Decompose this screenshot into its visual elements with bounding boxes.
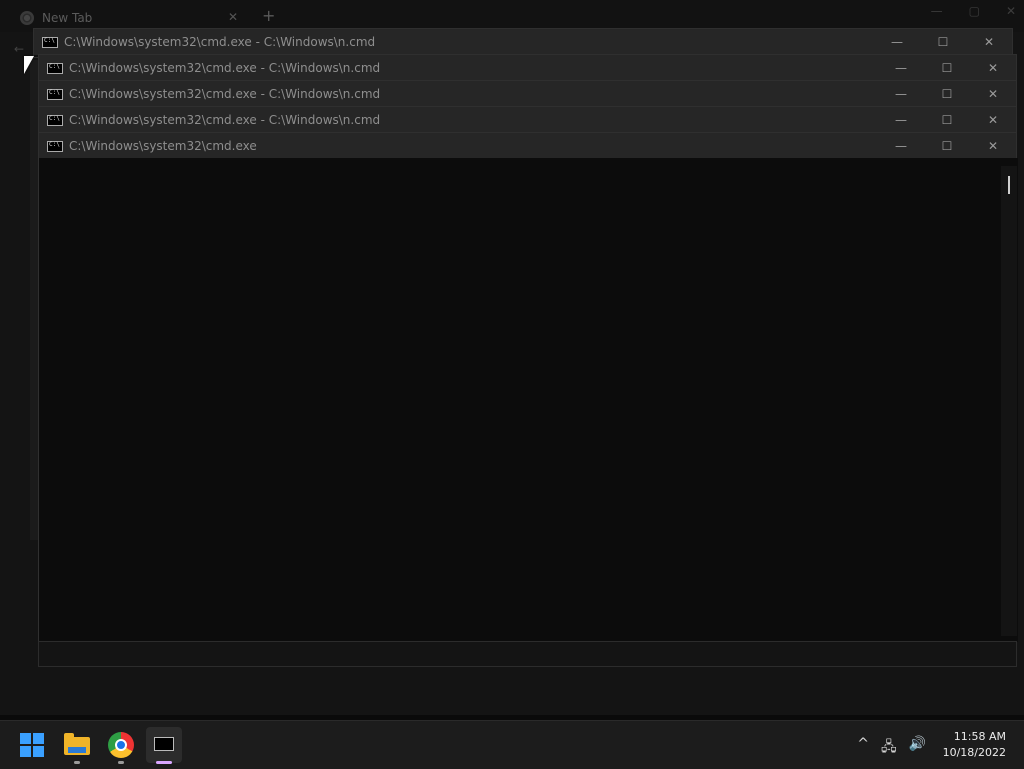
cmd-window-3[interactable]: C:\Windows\system32\cmd.exe - C:\Windows… — [38, 80, 1017, 108]
cmd-titlebar[interactable]: C:\Windows\system32\cmd.exe - C:\Windows… — [39, 81, 1016, 107]
volume-icon[interactable]: 🔊 — [909, 736, 926, 760]
start-icon[interactable] — [20, 733, 44, 757]
tab-close-icon[interactable]: ✕ — [228, 10, 238, 24]
minimize-button[interactable]: — — [874, 35, 920, 49]
close-button[interactable]: ✕ — [970, 87, 1016, 101]
chrome-running-indicator — [118, 761, 124, 764]
cmd-title-text: C:\Windows\system32\cmd.exe - C:\Windows… — [69, 61, 381, 75]
new-tab-button[interactable]: + — [262, 6, 275, 25]
cmd-window-icon — [47, 140, 63, 152]
mouse-cursor-icon — [24, 56, 34, 74]
cmd-titlebar[interactable]: C:\Windows\system32\cmd.exe - C:\Windows… — [39, 55, 1016, 81]
close-button[interactable]: ✕ — [966, 35, 1012, 49]
cmd-window-icon — [42, 36, 58, 48]
minimize-button[interactable]: — — [878, 113, 924, 127]
chrome-window-controls: — ▢ ✕ — [931, 4, 1016, 18]
chrome-tab-title: New Tab — [42, 11, 93, 25]
maximize-button[interactable]: ☐ — [924, 87, 970, 101]
close-button[interactable]: ✕ — [970, 139, 1016, 153]
cmd-window-5[interactable]: C:\Windows\system32\cmd.exe — ☐ ✕ — [38, 132, 1017, 160]
cmd-title-text: C:\Windows\system32\cmd.exe — [69, 139, 257, 153]
clock-date: 10/18/2022 — [942, 746, 1006, 759]
back-arrow-icon[interactable]: ← — [14, 42, 24, 56]
taskbar: ^ 🖧 🔊 11:58 AM 10/18/2022 — [0, 720, 1024, 769]
chrome-minimize-button[interactable]: — — [931, 4, 943, 18]
chrome-maximize-button[interactable]: ▢ — [969, 4, 980, 18]
maximize-button[interactable]: ☐ — [924, 61, 970, 75]
cmd-window-icon — [47, 114, 63, 126]
cmd-title-text: C:\Windows\system32\cmd.exe - C:\Windows… — [64, 35, 376, 49]
cmd-console-area[interactable] — [38, 158, 1018, 642]
maximize-button[interactable]: ☐ — [924, 113, 970, 127]
file-explorer-icon[interactable] — [64, 731, 92, 759]
cmd-titlebar[interactable]: C:\Windows\system32\cmd.exe - C:\Windows… — [34, 29, 1012, 55]
cmd-window-icon — [47, 62, 63, 74]
chrome-close-button[interactable]: ✕ — [1006, 4, 1016, 18]
system-tray: ^ 🖧 🔊 — [857, 736, 926, 760]
explorer-running-indicator — [74, 761, 80, 764]
chrome-icon[interactable] — [108, 732, 134, 758]
maximize-button[interactable]: ☐ — [920, 35, 966, 49]
network-icon[interactable]: 🖧 — [881, 736, 897, 760]
cmd-window-bottom-edge — [38, 641, 1017, 667]
minimize-button[interactable]: — — [878, 139, 924, 153]
cmd-active-indicator — [156, 761, 172, 764]
cmd-window-icon — [47, 88, 63, 100]
close-button[interactable]: ✕ — [970, 113, 1016, 127]
chrome-page-edge — [30, 60, 38, 540]
cmd-icon[interactable] — [146, 727, 182, 763]
cmd-title-text: C:\Windows\system32\cmd.exe - C:\Windows… — [69, 113, 381, 127]
minimize-button[interactable]: — — [878, 61, 924, 75]
cmd-titlebar[interactable]: C:\Windows\system32\cmd.exe — ☐ ✕ — [39, 133, 1016, 159]
cmd-title-text: C:\Windows\system32\cmd.exe - C:\Windows… — [69, 87, 381, 101]
chrome-logo-icon — [20, 11, 34, 25]
clock-time: 11:58 AM — [953, 730, 1006, 743]
maximize-button[interactable]: ☐ — [924, 139, 970, 153]
cmd-titlebar[interactable]: C:\Windows\system32\cmd.exe - C:\Windows… — [39, 107, 1016, 133]
close-button[interactable]: ✕ — [970, 61, 1016, 75]
cmd-window-2[interactable]: C:\Windows\system32\cmd.exe - C:\Windows… — [38, 54, 1017, 82]
scrollbar-thumb[interactable] — [1008, 176, 1010, 194]
cmd-window-4[interactable]: C:\Windows\system32\cmd.exe - C:\Windows… — [38, 106, 1017, 134]
minimize-button[interactable]: — — [878, 87, 924, 101]
tray-chevron-icon[interactable]: ^ — [857, 736, 869, 760]
taskbar-clock[interactable]: 11:58 AM 10/18/2022 — [943, 729, 1006, 761]
vertical-scrollbar[interactable] — [1001, 166, 1017, 636]
